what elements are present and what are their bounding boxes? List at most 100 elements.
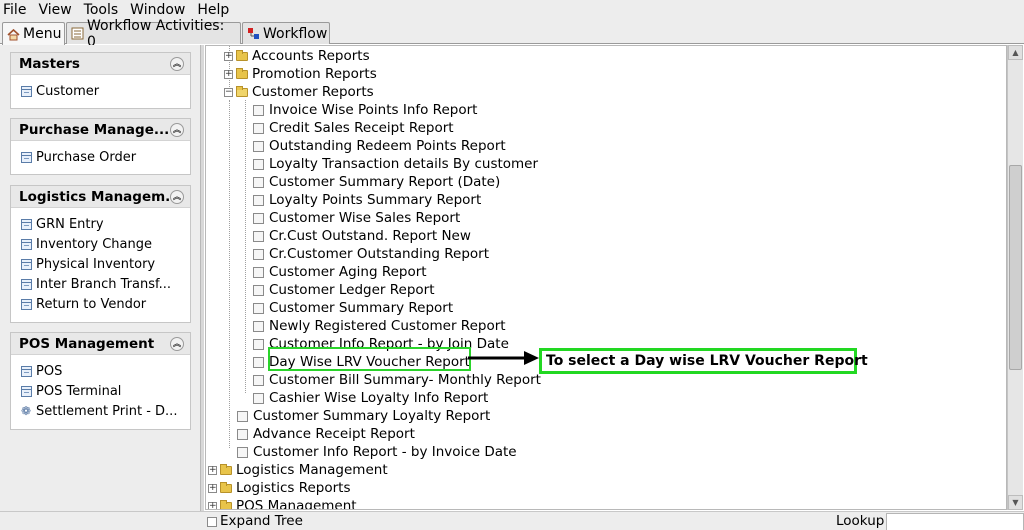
tree-leaf[interactable]: Customer Info Report - by Invoice Date: [237, 443, 517, 461]
tree-leaf[interactable]: Credit Sales Receipt Report: [253, 119, 454, 137]
collapse-icon[interactable]: ︽: [170, 337, 184, 351]
sidebar-item-physical-inventory[interactable]: Physical Inventory: [11, 254, 190, 274]
report-icon: [253, 176, 264, 188]
sidebar-item-return-to-vendor[interactable]: Return to Vendor: [11, 294, 190, 314]
tree-leaf[interactable]: Cr.Cust Outstand. Report New: [253, 227, 471, 245]
sidebar-item-label: Purchase Order: [36, 149, 137, 165]
tree-folder-logistics-management[interactable]: + Logistics Management: [208, 461, 388, 479]
sidebar-item-customer[interactable]: Customer: [11, 81, 190, 101]
section-header[interactable]: Purchase Manage... ︽: [11, 119, 190, 141]
sidebar-item-pos[interactable]: POS: [11, 361, 190, 381]
report-icon: [237, 428, 248, 440]
report-icon: [237, 446, 248, 458]
report-icon: [253, 158, 264, 170]
sidebar-item-label: Physical Inventory: [36, 256, 156, 272]
document-icon: [21, 385, 32, 397]
tree-leaf[interactable]: Loyalty Points Summary Report: [253, 191, 481, 209]
tree-folder-accounts-reports[interactable]: + Accounts Reports: [224, 47, 370, 65]
section-header[interactable]: Masters ︽: [11, 53, 190, 75]
sidebar-item-label: Customer: [36, 83, 100, 99]
expand-icon[interactable]: +: [208, 501, 217, 509]
tree-leaf[interactable]: Cr.Customer Outstanding Report: [253, 245, 489, 263]
tree-leaf[interactable]: Customer Summary Loyalty Report: [237, 407, 490, 425]
section-masters: Masters ︽ Customer: [10, 52, 191, 109]
gear-icon: ❁: [21, 403, 32, 418]
tree-leaf[interactable]: Outstanding Redeem Points Report: [253, 137, 506, 155]
selection-highlight: [268, 347, 471, 371]
tab-workflow[interactable]: Workflow: [242, 22, 330, 44]
menu-file[interactable]: File: [0, 1, 30, 19]
tree-leaf[interactable]: Customer Summary Report (Date): [253, 173, 500, 191]
folder-icon: [220, 463, 232, 475]
sidebar-item-inventory-change[interactable]: Inventory Change: [11, 234, 190, 254]
tree-node-label: Logistics Reports: [236, 480, 351, 496]
tree-node-label: Customer Info Report - by Invoice Date: [253, 444, 517, 460]
document-icon: [21, 238, 32, 250]
tree-node-label: Loyalty Transaction details By customer: [269, 156, 539, 172]
expand-icon[interactable]: +: [208, 465, 217, 475]
tree-leaf[interactable]: Newly Registered Customer Report: [253, 317, 506, 335]
tree-leaf[interactable]: Customer Summary Report: [253, 299, 453, 317]
menu-tools[interactable]: Tools: [80, 1, 123, 19]
tree-leaf[interactable]: Customer Bill Summary- Monthly Report: [253, 371, 541, 389]
sidebar-item-inter-branch-transfer[interactable]: Inter Branch Transf...: [11, 274, 190, 294]
tree-node-label: POS Management: [236, 498, 357, 510]
document-icon: [21, 85, 32, 97]
tree-leaf[interactable]: Invoice Wise Points Info Report: [253, 101, 477, 119]
report-icon: [253, 140, 264, 152]
tree-node-label: Cashier Wise Loyalty Info Report: [269, 390, 489, 406]
section-purchase-management: Purchase Manage... ︽ Purchase Order: [10, 118, 191, 175]
tree-folder-logistics-reports[interactable]: + Logistics Reports: [208, 479, 350, 497]
expand-icon[interactable]: +: [208, 483, 217, 493]
report-icon: [253, 266, 264, 278]
tree-folder-promotion-reports[interactable]: + Promotion Reports: [224, 65, 377, 83]
split-pane-divider[interactable]: [200, 45, 204, 515]
document-icon: [21, 298, 32, 310]
report-icon: [253, 230, 264, 242]
menu-window[interactable]: Window: [126, 1, 189, 19]
tab-workflow-label: Workflow: [263, 25, 328, 42]
tree-node-label: Customer Aging Report: [269, 264, 427, 280]
tree-leaf[interactable]: Loyalty Transaction details By customer: [253, 155, 538, 173]
report-icon: [253, 212, 264, 224]
tree-leaf[interactable]: Advance Receipt Report: [237, 425, 415, 443]
tree-leaf[interactable]: Customer Wise Sales Report: [253, 209, 460, 227]
sidebar-item-label: Return to Vendor: [36, 296, 147, 312]
sidebar-item-settlement-print[interactable]: ❁ Settlement Print - D...: [11, 401, 190, 421]
folder-icon: [220, 481, 232, 493]
tree-folder-customer-reports[interactable]: − Customer Reports: [224, 83, 374, 101]
collapse-icon[interactable]: ︽: [170, 57, 184, 71]
collapse-icon[interactable]: ︽: [170, 123, 184, 137]
tree-leaf[interactable]: Customer Aging Report: [253, 263, 427, 281]
report-icon: [237, 410, 248, 422]
tab-workflow-activities[interactable]: Workflow Activities: 0: [66, 18, 241, 50]
scroll-down-icon[interactable]: ▼: [1008, 495, 1023, 510]
folder-icon: [236, 67, 248, 79]
document-icon: [21, 218, 32, 230]
expand-icon[interactable]: +: [224, 51, 233, 61]
tab-menu[interactable]: Menu: [2, 22, 65, 45]
collapse-icon[interactable]: ︽: [170, 190, 184, 204]
menu-help[interactable]: Help: [193, 1, 233, 19]
folder-icon: [220, 499, 232, 509]
tree-leaf[interactable]: Cashier Wise Loyalty Info Report: [253, 389, 488, 407]
tree-folder-pos-management[interactable]: + POS Management: [208, 497, 357, 510]
expand-tree-label[interactable]: Expand Tree: [220, 513, 303, 529]
collapse-node-icon[interactable]: −: [224, 87, 233, 97]
sidebar-item-purchase-order[interactable]: Purchase Order: [11, 147, 190, 167]
tree-node-label: Customer Reports: [252, 84, 374, 100]
menu-view[interactable]: View: [34, 1, 75, 19]
section-header[interactable]: POS Management ︽: [11, 333, 190, 355]
scroll-thumb[interactable]: [1009, 165, 1022, 370]
sidebar-item-grn-entry[interactable]: GRN Entry: [11, 214, 190, 234]
expand-tree-checkbox[interactable]: [207, 517, 217, 527]
tree-leaf[interactable]: Customer Ledger Report: [253, 281, 435, 299]
expand-icon[interactable]: +: [224, 69, 233, 79]
lookup-input[interactable]: [886, 513, 1024, 530]
report-icon: [253, 284, 264, 296]
vertical-scrollbar[interactable]: ▲ ▼: [1007, 45, 1023, 510]
section-header[interactable]: Logistics Managem... ︽: [11, 186, 190, 208]
sidebar-item-pos-terminal[interactable]: POS Terminal: [11, 381, 190, 401]
scroll-up-icon[interactable]: ▲: [1008, 45, 1023, 60]
workflow-activities-icon: [71, 27, 84, 40]
